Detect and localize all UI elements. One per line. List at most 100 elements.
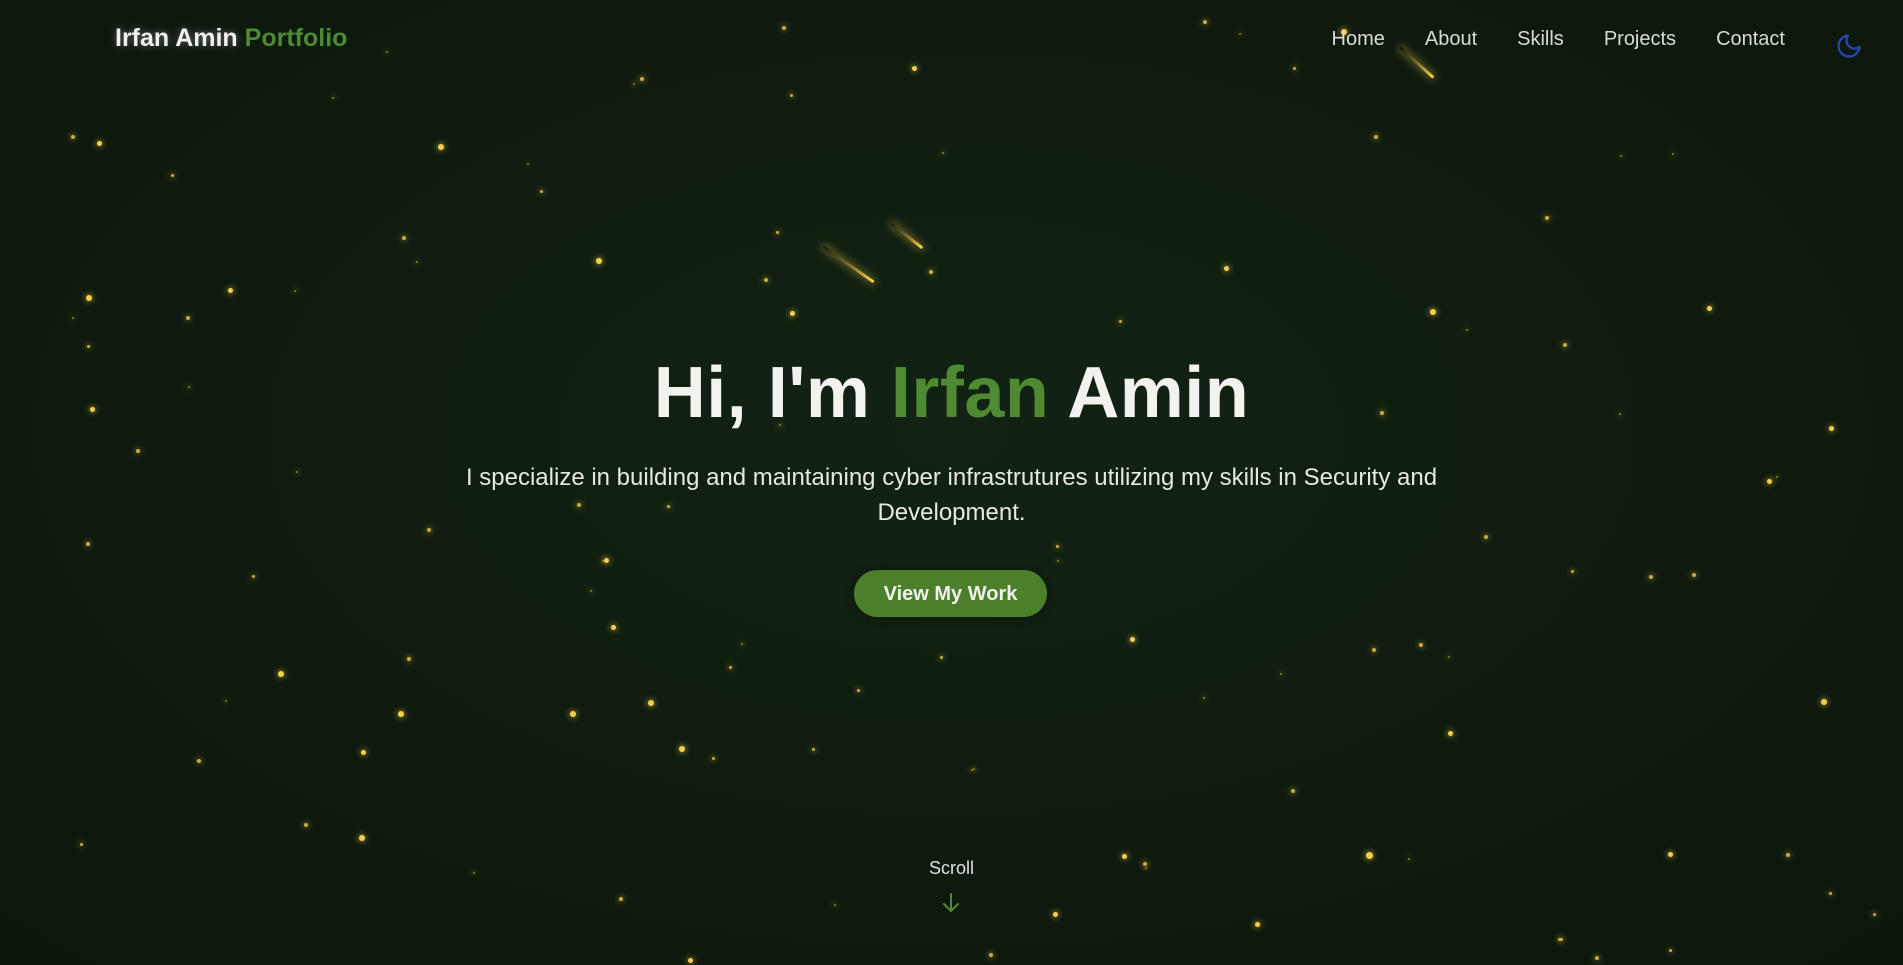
star: [1448, 656, 1450, 658]
star: [71, 135, 75, 139]
star: [1254, 921, 1260, 927]
star: [1649, 575, 1653, 579]
star: [590, 590, 592, 592]
main-nav: Home About Skills Projects Contact: [1292, 28, 1785, 51]
star: [1372, 648, 1376, 652]
star: [79, 842, 83, 846]
brand-logo[interactable]: Irfan Amin Portfolio: [115, 24, 347, 53]
scroll-label[interactable]: Scroll: [0, 858, 1903, 879]
star: [402, 236, 406, 240]
star: [170, 173, 174, 177]
star: [596, 258, 602, 264]
star: [679, 746, 685, 752]
star: [1430, 309, 1436, 315]
star: [1545, 216, 1549, 220]
star: [1280, 673, 1282, 675]
star: [648, 700, 654, 706]
star: [1668, 948, 1672, 952]
star: [86, 344, 90, 348]
star: [86, 542, 90, 546]
star: [1052, 911, 1058, 917]
star: [1786, 853, 1790, 857]
site-header: Irfan Amin Portfolio Home About Skills P…: [0, 0, 1903, 80]
star: [86, 295, 92, 301]
shooting-star: [822, 245, 875, 284]
nav-projects[interactable]: Projects: [1604, 28, 1676, 51]
star: [296, 471, 298, 473]
star: [359, 835, 365, 841]
view-my-work-button[interactable]: View My Work: [854, 570, 1047, 617]
star: [186, 316, 190, 320]
brand-accent: Portfolio: [244, 24, 348, 52]
star: [539, 189, 543, 193]
theme-toggle-button[interactable]: [1835, 32, 1863, 60]
star: [1570, 569, 1574, 573]
star: [304, 823, 308, 827]
star: [856, 688, 860, 692]
star: [197, 759, 201, 763]
arrow-down-icon[interactable]: [941, 892, 961, 914]
star: [1223, 265, 1229, 271]
star: [1203, 697, 1205, 699]
shooting-star: [890, 222, 924, 250]
star: [633, 83, 635, 85]
star: [294, 290, 296, 292]
nav-home[interactable]: Home: [1332, 28, 1385, 51]
star: [971, 769, 973, 771]
star: [1484, 535, 1488, 539]
star: [603, 557, 609, 563]
hero-title-highlight: Irfan: [890, 353, 1050, 433]
star: [1557, 937, 1561, 941]
star: [789, 93, 793, 97]
star: [1374, 135, 1378, 139]
star: [728, 665, 732, 669]
star: [741, 643, 743, 645]
star: [407, 657, 411, 661]
star: [610, 624, 616, 630]
star: [1559, 937, 1563, 941]
star: [136, 449, 140, 453]
star: [834, 904, 836, 906]
hero-title-suffix: Amin: [1067, 353, 1250, 433]
star: [1118, 319, 1122, 323]
star: [602, 560, 604, 562]
star: [72, 317, 74, 319]
star: [939, 655, 943, 659]
star: [1419, 643, 1423, 647]
star: [360, 749, 366, 755]
nav-skills[interactable]: Skills: [1517, 28, 1564, 51]
star: [929, 270, 933, 274]
star: [1466, 329, 1468, 331]
star: [789, 310, 795, 316]
star: [332, 97, 334, 99]
star: [1672, 153, 1674, 155]
star: [1620, 155, 1622, 157]
nav-about[interactable]: About: [1425, 28, 1477, 51]
star: [1057, 560, 1059, 562]
moon-icon: [1837, 34, 1861, 58]
star: [1766, 478, 1772, 484]
star: [570, 711, 576, 717]
star: [619, 897, 623, 901]
star: [711, 756, 715, 760]
star: [438, 144, 444, 150]
star: [1563, 343, 1567, 347]
star: [251, 574, 255, 578]
hero-subtitle: I specialize in building and maintaining…: [465, 464, 1438, 526]
star: [775, 230, 779, 234]
nav-contact[interactable]: Contact: [1716, 28, 1785, 51]
star: [1821, 699, 1827, 705]
page: Irfan Amin Portfolio Home About Skills P…: [0, 0, 1903, 965]
star: [1055, 544, 1059, 548]
star: [227, 287, 233, 293]
star: [1667, 851, 1673, 857]
star: [1706, 305, 1712, 311]
star: [278, 671, 284, 677]
star: [942, 152, 944, 154]
star: [96, 140, 102, 146]
star: [764, 278, 768, 282]
star: [527, 163, 529, 165]
star: [1776, 476, 1778, 478]
hero-title: Hi, I'm Irfan Amin: [0, 352, 1903, 434]
hero-title-prefix: Hi, I'm: [653, 353, 871, 433]
